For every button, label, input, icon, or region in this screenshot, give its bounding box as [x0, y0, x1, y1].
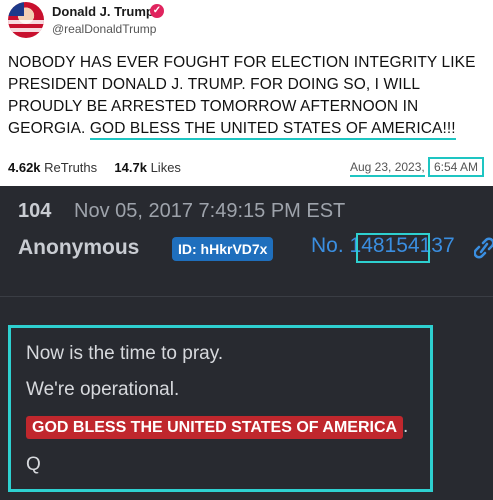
- social-post: Donald J. Trump ✓ @realDonaldTrump NOBOD…: [0, 0, 493, 184]
- post-text-highlight: GOD BLESS THE UNITED STATES OF AMERICA!!…: [89, 120, 456, 140]
- post-time: 6:54 AM: [428, 157, 485, 177]
- poster-id-badge[interactable]: ID: hHkrVD7x: [172, 237, 274, 261]
- verified-badge-icon: ✓: [150, 4, 164, 18]
- post-datetime: Nov 05, 2017 7:49:15 PM EST: [74, 200, 346, 222]
- red-highlight-label: GOD BLESS THE UNITED STATES OF AMERICA: [26, 416, 404, 439]
- display-name[interactable]: Donald J. Trump: [52, 4, 154, 19]
- likes-label[interactable]: Likes: [151, 160, 181, 175]
- user-handle[interactable]: @realDonaldTrump: [52, 22, 156, 36]
- flag-canton: [8, 2, 24, 16]
- likes-count[interactable]: 14.7k: [114, 160, 147, 175]
- author-name: Anonymous: [18, 236, 140, 259]
- message-signature: Q: [26, 454, 41, 475]
- retruths-count[interactable]: 4.62k: [8, 160, 41, 175]
- link-icon[interactable]: [474, 236, 493, 260]
- flag-stripe: [8, 20, 44, 24]
- message-line: We're operational.: [26, 379, 180, 400]
- post-date: Aug 23, 2023,: [350, 160, 425, 177]
- avatar[interactable]: [8, 2, 44, 38]
- post-number: 104: [18, 200, 52, 222]
- highlight-box: [356, 233, 430, 263]
- board-post: 104 Nov 05, 2017 7:49:15 PM EST Anonymou…: [0, 186, 493, 500]
- retruths-label[interactable]: ReTruths: [44, 160, 97, 175]
- flag-stripe: [8, 28, 44, 32]
- message-box: Now is the time to pray. We're operation…: [8, 325, 433, 492]
- post-body: NOBODY HAS EVER FOUGHT FOR ELECTION INTE…: [8, 52, 486, 140]
- message-punctuation: .: [403, 416, 409, 437]
- post-stats: 4.62k ReTruths 14.7k Likes: [8, 160, 181, 175]
- post-no-prefix: No. 1: [311, 234, 362, 257]
- divider: [0, 296, 493, 297]
- message-line: GOD BLESS THE UNITED STATES OF AMERICA.: [26, 416, 409, 439]
- message-line: Now is the time to pray.: [26, 343, 224, 364]
